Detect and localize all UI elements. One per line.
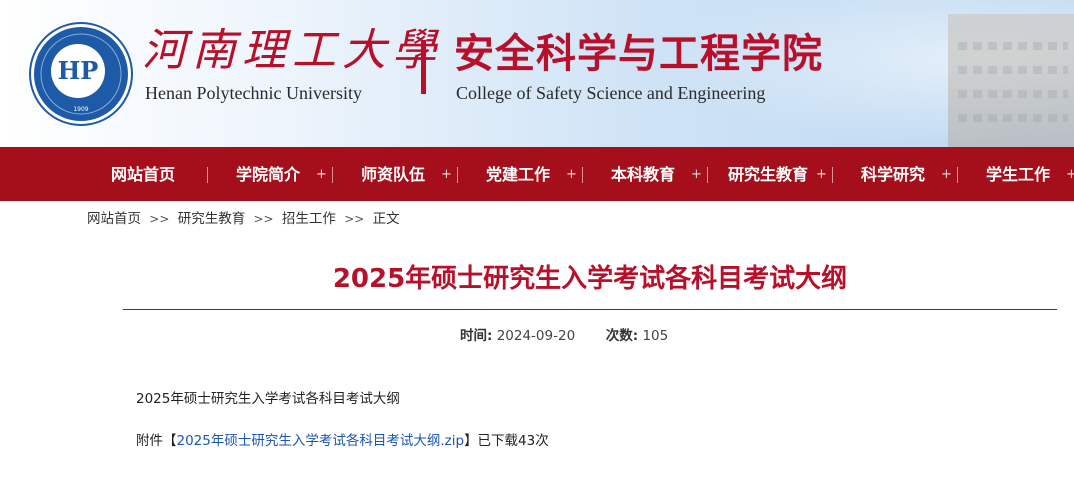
logo-monogram: HP — [57, 56, 99, 85]
attachment-prefix: 附件【 — [136, 433, 177, 449]
university-name-en: Henan Polytechnic University — [145, 83, 362, 103]
breadcrumb-separator: >> — [344, 212, 365, 226]
view-count: 105 — [642, 328, 669, 344]
nav-item-students[interactable]: 学生工作 — [986, 147, 1050, 201]
breadcrumb-separator: >> — [253, 212, 274, 226]
university-logo[interactable]: 1909 HP — [31, 24, 131, 124]
article-body-text: 2025年硕士研究生入学考试各科目考试大纲 — [136, 391, 400, 407]
article-meta: 时间: 2024-09-20 次数: 105 — [460, 324, 668, 344]
nav-separator — [332, 167, 333, 183]
site-header: 1909 HP 河南理工大學 Henan Polytechnic Univers… — [0, 0, 1074, 147]
logo-year: 1909 — [73, 106, 88, 113]
article-title: 2025年硕士研究生入学考试各科目考试大纲 — [332, 264, 848, 294]
nav-separator — [832, 167, 833, 183]
nav-expand-icon[interactable]: + — [1066, 147, 1074, 201]
attachment-download-link[interactable]: 2025年硕士研究生入学考试各科目考试大纲.zip — [177, 433, 465, 449]
publish-date: 2024-09-20 — [496, 328, 576, 344]
campus-building-image — [948, 14, 1074, 147]
nav-expand-icon[interactable]: + — [691, 147, 702, 201]
nav-item-graduate[interactable]: 研究生教育 — [728, 147, 808, 201]
views-label: 次数: — [605, 328, 639, 344]
nav-expand-icon[interactable]: + — [816, 147, 827, 201]
breadcrumb-current: 正文 — [372, 211, 400, 227]
breadcrumb-graduate[interactable]: 研究生教育 — [178, 211, 246, 227]
nav-expand-icon[interactable]: + — [316, 147, 327, 201]
title-divider — [123, 309, 1057, 310]
nav-separator — [707, 167, 708, 183]
nav-item-research[interactable]: 科学研究 — [861, 147, 925, 201]
nav-separator — [582, 167, 583, 183]
breadcrumb: 网站首页 >> 研究生教育 >> 招生工作 >> 正文 — [87, 207, 400, 227]
nav-item-party[interactable]: 党建工作 — [486, 147, 550, 201]
nav-expand-icon[interactable]: + — [441, 147, 452, 201]
university-name-cn: 河南理工大學 — [142, 25, 442, 76]
nav-item-about[interactable]: 学院简介 — [236, 147, 300, 201]
breadcrumb-admissions[interactable]: 招生工作 — [282, 211, 336, 227]
nav-item-home[interactable]: 网站首页 — [111, 147, 175, 201]
nav-item-undergrad[interactable]: 本科教育 — [611, 147, 675, 201]
time-label: 时间: — [460, 328, 493, 344]
nav-expand-icon[interactable]: + — [566, 147, 577, 201]
breadcrumb-home[interactable]: 网站首页 — [87, 211, 141, 227]
header-divider — [421, 40, 426, 94]
main-nav: 网站首页 学院简介 + 师资队伍 + 党建工作 + 本科教育 + 研究生教育 +… — [0, 147, 1074, 201]
breadcrumb-separator: >> — [149, 212, 170, 226]
nav-separator — [207, 167, 208, 183]
college-name-en: College of Safety Science and Engineerin… — [456, 83, 766, 103]
attachment-line: 附件【2025年硕士研究生入学考试各科目考试大纲.zip】已下载43次 — [136, 429, 549, 449]
college-name-cn: 安全科学与工程学院 — [454, 31, 823, 77]
nav-expand-icon[interactable]: + — [941, 147, 952, 201]
nav-separator — [957, 167, 958, 183]
attachment-download-count: 】已下载43次 — [464, 433, 549, 449]
nav-separator — [457, 167, 458, 183]
nav-item-faculty[interactable]: 师资队伍 — [361, 147, 425, 201]
